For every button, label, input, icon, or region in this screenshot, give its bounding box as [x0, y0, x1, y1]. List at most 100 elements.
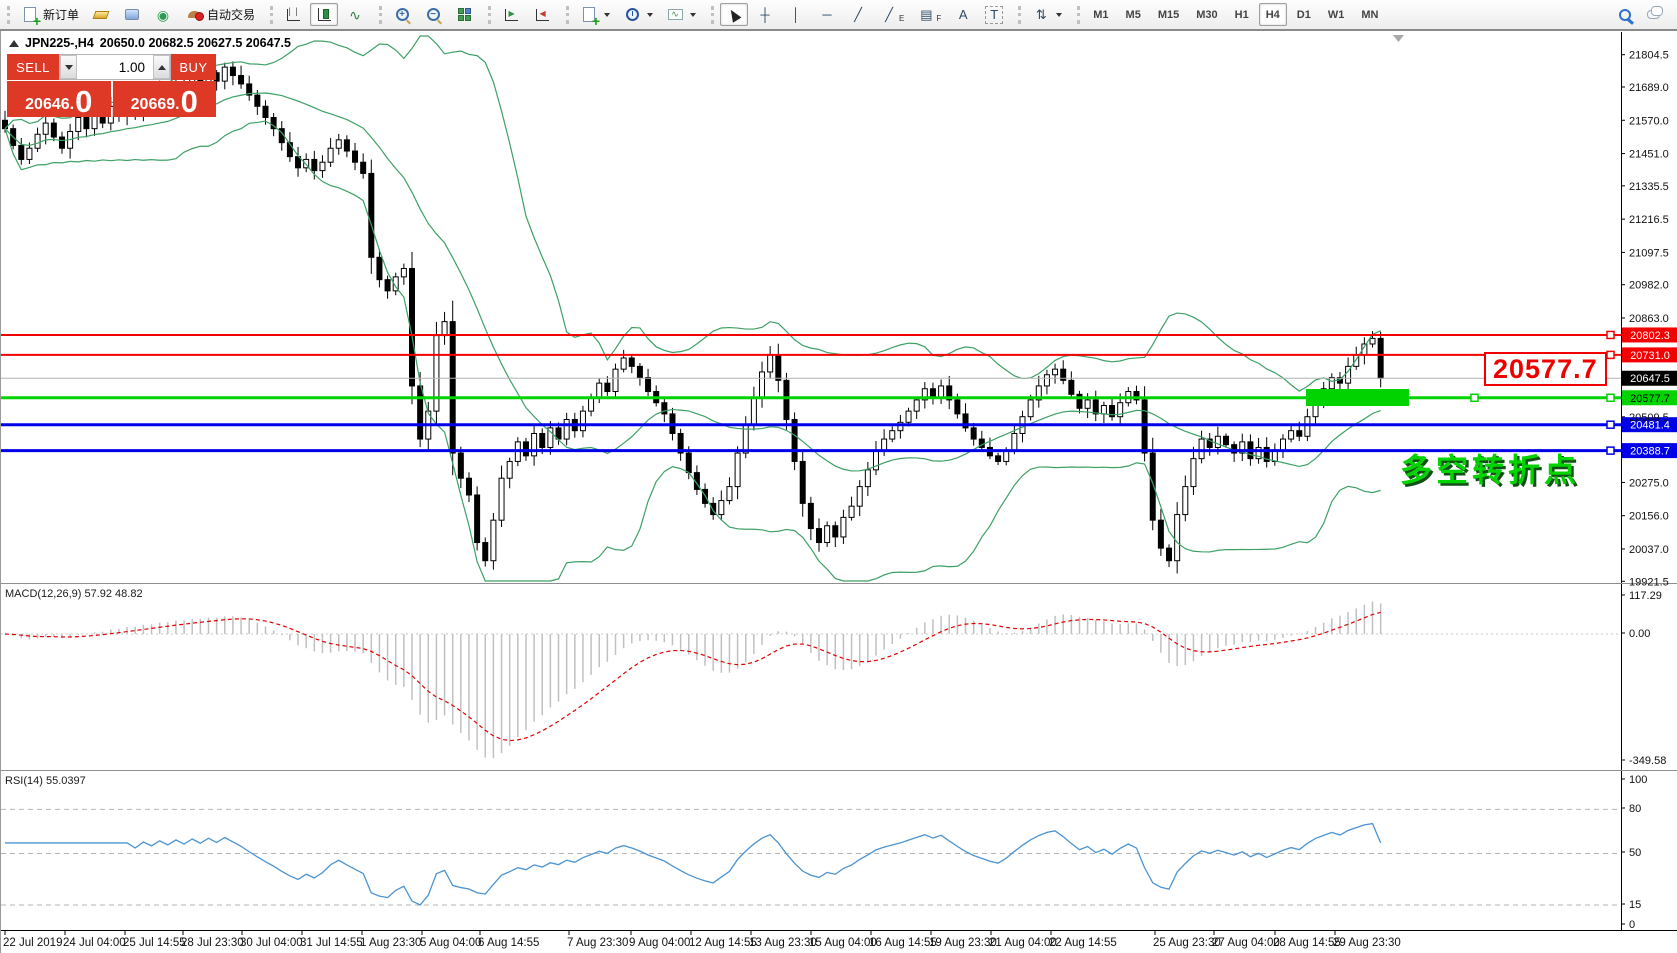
zoom-out-button[interactable]: − [419, 3, 447, 26]
price-annotation-label[interactable]: 20577.7 [1484, 352, 1607, 386]
chart-title: JPN225-,H4 20650.0 20682.5 20627.5 20647… [9, 36, 291, 50]
trendline-icon: ╱ [849, 6, 867, 24]
svg-text:27 Aug 04:00: 27 Aug 04:00 [1212, 937, 1280, 949]
new-chart-button[interactable] [575, 3, 615, 26]
toolbar-group-zoom: + − [376, 1, 485, 29]
chart-shift-button[interactable]: ◀ [528, 3, 556, 26]
bar-chart-icon [284, 6, 302, 24]
svg-text:9 Aug 04:00: 9 Aug 04:00 [629, 937, 690, 949]
macd-pane [1, 595, 1625, 760]
toolbar-group-drawing: ┼ │ ─ ╱ ╱ E ▤ F A T [708, 1, 1015, 29]
auto-scroll-icon: ▶ [502, 6, 520, 24]
sell-price: 20646. [25, 96, 74, 114]
chart-title-ohlc: 20650.0 20682.5 20627.5 20647.5 [100, 36, 291, 50]
auto-scroll-button[interactable]: ▶ [497, 3, 525, 26]
turning-point-annotation[interactable]: 多空转折点 [1400, 445, 1580, 491]
horizontal-line-tool-button[interactable]: ─ [813, 3, 841, 26]
sell-price-big-digit: 0 [75, 89, 92, 114]
line-chart-button[interactable]: ∿ [341, 3, 369, 26]
timeframe-button-m15[interactable]: M15 [1151, 3, 1186, 26]
text-label-tool-button[interactable]: T [980, 3, 1008, 26]
vertical-line-tool-button[interactable]: │ [782, 3, 810, 26]
toolbar-group-shift: ▶ ◀ [485, 1, 563, 29]
svg-text:22 Jul 2019: 22 Jul 2019 [3, 937, 62, 949]
arrows-caret-icon [1056, 13, 1062, 17]
timeframe-button-h4[interactable]: H4 [1259, 3, 1287, 26]
bar-chart-button[interactable] [279, 3, 307, 26]
chart-shift-marker[interactable] [1393, 35, 1404, 42]
trendline-tool-button[interactable]: ╱ [844, 3, 872, 26]
buy-price-button[interactable]: 20669. 0 [113, 81, 217, 117]
volume-field[interactable]: 1.00 [77, 55, 153, 79]
buy-button-label: BUY [179, 60, 207, 75]
chat-icon [1644, 6, 1662, 24]
svg-text:25 Jul 14:55: 25 Jul 14:55 [123, 937, 186, 949]
tile-windows-button[interactable] [450, 3, 478, 26]
search-button[interactable] [1611, 3, 1639, 26]
text-tool-button[interactable]: A [949, 3, 977, 26]
timeframe-button-m1[interactable]: M1 [1086, 3, 1115, 26]
svg-text:22 Aug 14:55: 22 Aug 14:55 [1049, 937, 1117, 949]
search-icon [1616, 6, 1634, 24]
time-axis[interactable] [5, 931, 1335, 935]
candlestick-layer[interactable] [3, 61, 1384, 573]
zoom-in-icon: + [393, 6, 411, 24]
buy-price-big-digit: 0 [181, 89, 198, 114]
volume-increase-button[interactable] [153, 55, 170, 79]
channel-icon: ╱ [880, 6, 898, 24]
chat-button[interactable] [1639, 3, 1667, 26]
market-watch-button[interactable] [87, 3, 115, 26]
toolbar-group-objects: ∿ [563, 1, 708, 29]
new-order-button[interactable]: 新订单 [16, 3, 84, 26]
svg-text:21 Aug 04:00: 21 Aug 04:00 [989, 937, 1057, 949]
sell-price-button[interactable]: 20646. 0 [7, 81, 111, 117]
svg-text:15 Aug 04:00: 15 Aug 04:00 [809, 937, 877, 949]
channel-tool-button[interactable]: ╱ E [875, 3, 909, 26]
timeframe-button-w1[interactable]: W1 [1321, 3, 1352, 26]
volume-decrease-button[interactable] [60, 55, 77, 79]
auto-trading-button[interactable]: 自动交易 [180, 3, 260, 26]
svg-text:19921.5: 19921.5 [1629, 576, 1669, 588]
fibonacci-tool-button[interactable]: ▤ F [912, 3, 946, 26]
svg-text:31 Jul 14:55: 31 Jul 14:55 [300, 937, 363, 949]
svg-text:5 Aug 04:00: 5 Aug 04:00 [420, 937, 481, 949]
timeframe-button-h1[interactable]: H1 [1228, 3, 1256, 26]
chart-shift-icon: ◀ [533, 6, 551, 24]
svg-text:0: 0 [1629, 919, 1635, 931]
toolbar-group-timeframes: M1M5M15M30H1H4D1W1MN [1074, 1, 1392, 29]
svg-text:0.00: 0.00 [1629, 628, 1650, 640]
highlight-rect[interactable] [1306, 389, 1409, 406]
terminal-button[interactable] [118, 3, 146, 26]
timeframe-button-m30[interactable]: M30 [1189, 3, 1224, 26]
svg-text:20802.3: 20802.3 [1630, 330, 1670, 342]
timeframe-button-d1[interactable]: D1 [1290, 3, 1318, 26]
timeframe-button-mn[interactable]: MN [1354, 3, 1385, 26]
collapse-panel-icon[interactable] [9, 40, 19, 47]
main-toolbar: 新订单 ◉ 自动交易 ∿ + − [0, 0, 1677, 31]
rsi-pane [1, 779, 1625, 924]
indicators-button[interactable]: ∿ [661, 3, 701, 26]
svg-text:25 Aug 23:30: 25 Aug 23:30 [1153, 937, 1221, 949]
svg-text:20863.0: 20863.0 [1629, 313, 1669, 325]
svg-text:117.29: 117.29 [1629, 590, 1662, 602]
chart-window[interactable]: 21804.521689.021570.021451.021335.521216… [0, 31, 1677, 953]
periods-button[interactable] [618, 3, 658, 26]
clock-icon [623, 6, 641, 24]
candlestick-chart-button[interactable] [310, 3, 338, 26]
svg-text:20982.0: 20982.0 [1629, 280, 1669, 292]
svg-text:20731.0: 20731.0 [1630, 350, 1670, 362]
sell-button[interactable]: SELL [7, 54, 59, 80]
zoom-in-button[interactable]: + [388, 3, 416, 26]
arrows-tool-button[interactable]: ⇅ [1027, 3, 1067, 26]
auto-trading-label: 自动交易 [207, 6, 255, 23]
toolbar-group-chart-type: ∿ [267, 1, 376, 29]
toolbar-group-trade: 新订单 ◉ 自动交易 [4, 1, 267, 29]
timeframe-button-m5[interactable]: M5 [1119, 3, 1148, 26]
crosshair-tool-button[interactable]: ┼ [751, 3, 779, 26]
buy-button[interactable]: BUY [171, 54, 216, 80]
horizontal-line-icon: ─ [818, 6, 836, 24]
signals-button[interactable]: ◉ [149, 3, 177, 26]
svg-text:6 Aug 14:55: 6 Aug 14:55 [478, 937, 539, 949]
bollinger-bands [5, 36, 1381, 581]
cursor-tool-button[interactable] [720, 3, 748, 26]
